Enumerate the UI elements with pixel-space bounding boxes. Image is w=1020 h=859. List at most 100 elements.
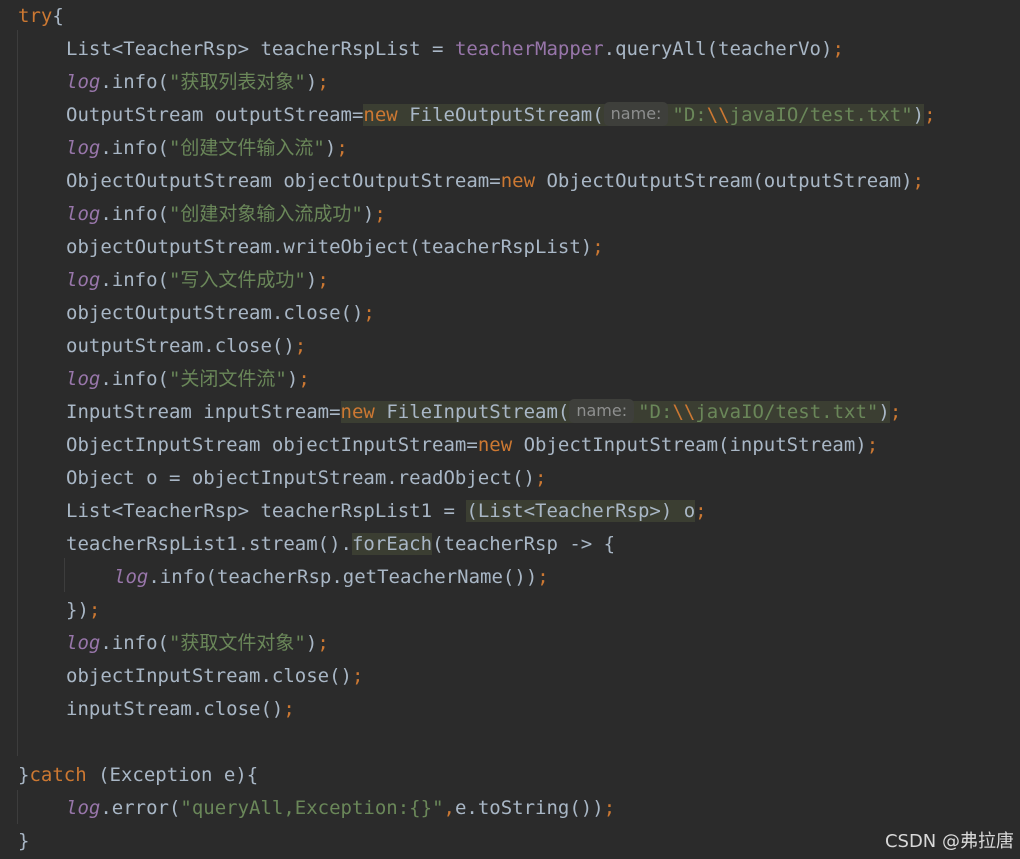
code-token: } [18, 764, 30, 786]
keyword-token: catch [29, 764, 87, 786]
keyword-token: ; [374, 203, 386, 225]
log-token: log [66, 368, 101, 390]
parameter-hint: name: [569, 399, 635, 423]
code-line[interactable]: log.info("关闭文件流"); [66, 363, 310, 396]
keyword-token: ; [294, 335, 307, 357]
code-line[interactable]: objectOutputStream.close(); [66, 297, 375, 330]
code-token: List<TeacherRsp> teacherRspList = [66, 38, 455, 60]
watermark: CSDN @弗拉唐 [884, 831, 1014, 852]
highlighted-expression: (List<TeacherRsp>) o [466, 500, 696, 522]
code-line[interactable]: log.info("创建对象输入流成功"); [66, 198, 386, 231]
code-token: outputStream.close() [66, 335, 295, 357]
code-line[interactable]: outputStream.close(); [66, 330, 306, 363]
code-token: ) [305, 632, 318, 654]
escape-token: \\ [706, 104, 730, 126]
keyword-token: ; [866, 434, 879, 456]
keyword-token: ; [351, 665, 364, 687]
code-token: (Exception e){ [86, 764, 259, 786]
code-token: List<TeacherRsp> teacherRspList1 = [66, 500, 467, 522]
code-line[interactable]: log.error("queryAll,Exception:{}",e.toSt… [66, 792, 615, 825]
code-line[interactable]: }); [66, 594, 100, 627]
code-token: FileInputStream( [374, 401, 570, 423]
string-token: "获取文件对象" [168, 632, 306, 654]
highlighted-expression: new FileInputStream(name: "D:\\javaIO/tes… [340, 399, 890, 423]
code-token: } [18, 830, 30, 852]
code-token: { [52, 5, 64, 27]
code-token: ObjectOutputStream objectOutputStream= [66, 170, 501, 192]
log-token: log [66, 137, 101, 159]
highlighted-expression: forEach [351, 533, 433, 555]
code-token: Object o = objectInputStream.readObject(… [66, 467, 535, 489]
keyword-token: ; [832, 38, 844, 60]
code-token: .queryAll(teacherVo) [603, 38, 833, 60]
keyword-token: ; [363, 302, 375, 324]
keyword-token: new [363, 104, 398, 126]
code-token: inputStream.close() [66, 698, 284, 720]
code-token: teacherRspList1.stream(). [66, 533, 352, 555]
code-token: ) [286, 368, 299, 390]
keyword-token: ; [695, 500, 707, 522]
keyword-token: ; [535, 467, 547, 489]
code-token: ) [324, 137, 337, 159]
log-token: log [66, 269, 101, 291]
code-token: .info( [100, 269, 169, 291]
code-line[interactable]: objectOutputStream.writeObject(teacherRs… [66, 231, 604, 264]
code-line[interactable]: } [18, 825, 29, 858]
keyword-token: ; [317, 71, 329, 93]
code-token: ) [305, 71, 318, 93]
code-line[interactable]: log.info("获取列表对象"); [66, 66, 329, 99]
code-line[interactable]: }catch (Exception e){ [18, 759, 258, 792]
log-token: log [66, 71, 101, 93]
keyword-token: ; [336, 137, 348, 159]
keyword-token: new [500, 170, 536, 192]
code-line[interactable]: try{ [18, 0, 64, 33]
log-token: log [66, 797, 101, 819]
code-line[interactable]: log.info("创建文件输入流"); [66, 132, 348, 165]
string-token: "获取列表对象" [168, 71, 306, 93]
parameter-hint: name: [603, 102, 669, 126]
keyword-token: new [340, 401, 375, 423]
code-token: .info( [100, 203, 169, 225]
string-token: "创建文件输入流" [168, 137, 325, 159]
indent-guide [17, 30, 18, 756]
code-line[interactable]: teacherRspList1.stream().forEach(teacher… [66, 528, 615, 561]
keyword-token: ; [603, 797, 616, 819]
code-line[interactable]: inputStream.close(); [66, 693, 295, 726]
keyword-token: ; [88, 599, 101, 621]
code-line[interactable]: List<TeacherRsp> teacherRspList = teache… [66, 33, 844, 66]
code-line[interactable]: List<TeacherRsp> teacherRspList1 = (List… [66, 495, 707, 528]
code-token: .info( [100, 137, 169, 159]
code-line[interactable]: ObjectInputStream objectInputStream=new … [66, 429, 878, 462]
keyword-token: ; [912, 170, 924, 192]
keyword-token: new [477, 434, 513, 456]
code-token: (teacherRsp -> { [432, 533, 616, 555]
code-line[interactable]: OutputStream outputStream=new FileOutput… [66, 99, 936, 132]
code-line[interactable]: Object o = objectInputStream.readObject(… [66, 462, 546, 495]
highlighted-expression: new FileOutputStream(name: "D:\\javaIO/te… [363, 102, 925, 126]
code-editor[interactable]: try{List<TeacherRsp> teacherRspList = te… [0, 0, 1020, 859]
code-token: .info( [100, 632, 169, 654]
string-token: "创建对象输入流成功" [168, 203, 363, 225]
code-token: ObjectInputStream objectInputStream= [66, 434, 478, 456]
escape-token: \\ [672, 401, 696, 423]
keyword-token: , [443, 797, 455, 819]
keyword-token: ; [537, 566, 549, 588]
log-token: log [66, 632, 101, 654]
code-line[interactable]: log.info("写入文件成功"); [66, 264, 329, 297]
code-line[interactable]: objectInputStream.close(); [66, 660, 363, 693]
code-token: ) [362, 203, 375, 225]
code-token: .error( [100, 797, 181, 819]
keyword-token: ; [317, 269, 329, 291]
log-token: log [114, 566, 149, 588]
keyword-token: ; [283, 698, 295, 720]
code-line[interactable]: log.info("获取文件对象"); [66, 627, 329, 660]
code-token: FileOutputStream( [397, 104, 604, 126]
code-line[interactable]: ObjectOutputStream objectOutputStream=ne… [66, 165, 924, 198]
string-token: javaIO/test.txt" [695, 401, 879, 423]
code-token: InputStream inputStream= [66, 401, 341, 423]
code-line[interactable]: InputStream inputStream=new FileInputStr… [66, 396, 901, 429]
keyword-token: try [18, 5, 53, 27]
string-token: "queryAll,Exception:{}" [180, 797, 444, 819]
code-token: .info( [100, 71, 169, 93]
code-line[interactable]: log.info(teacherRsp.getTeacherName()); [114, 561, 549, 594]
